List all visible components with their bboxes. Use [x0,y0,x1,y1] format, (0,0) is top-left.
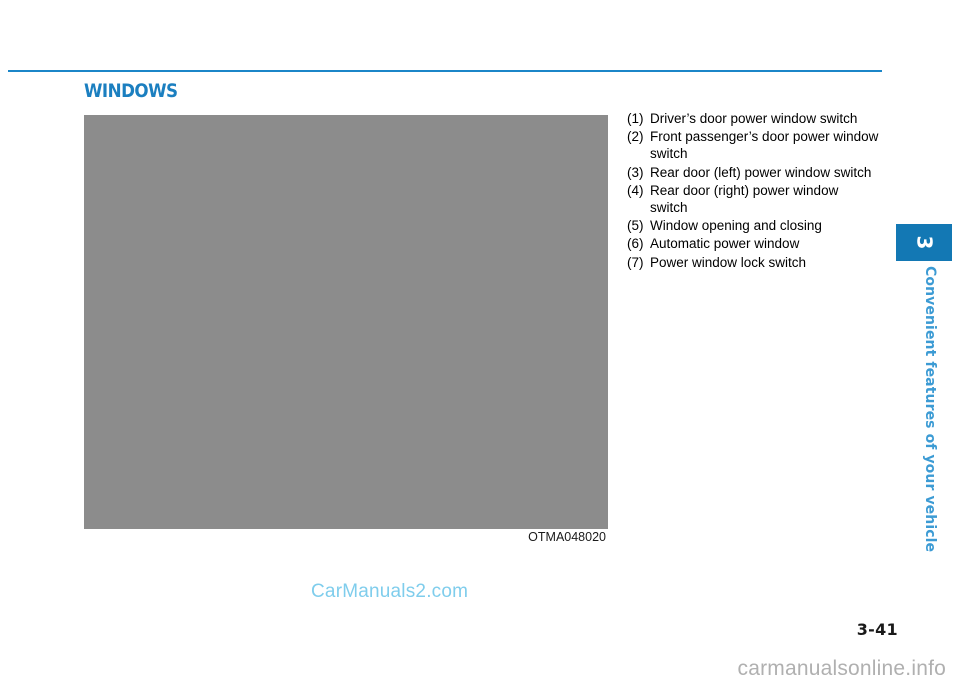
list-item: (7) Power window lock switch [627,254,879,271]
callout-label: Power window lock switch [650,254,807,270]
callout-label: Automatic power window [650,236,800,252]
list-item: (4) Rear door (right) power window switc… [627,182,879,216]
chapter-tab: 3 [896,224,952,261]
callout-number: (5) [627,218,644,234]
watermark-carmanuals2: CarManuals2.com [311,581,469,602]
watermark-carmanualsonline: carmanualsonline.info [737,657,946,680]
callout-number: (6) [627,236,644,252]
callout-number: (3) [627,164,644,180]
list-item: (5) Window opening and closing [627,217,879,234]
callout-label: Rear door (left) power window switch [650,164,872,180]
callout-label: Window opening and closing [650,218,822,234]
callout-number: (4) [627,182,644,198]
list-item: (3) Rear door (left) power window switch [627,164,879,181]
figure: OTMA048020 [84,115,608,546]
manual-page: WINDOWS OTMA048020 CarManuals2.com (1) D… [0,0,960,689]
figure-caption: OTMA048020 [522,529,608,546]
list-item: (2) Front passenger’s door power window … [627,128,879,162]
figure-image [84,115,608,529]
page-number: 3-41 [856,620,898,639]
chapter-tab-number: 3 [912,235,937,250]
callout-number: (7) [627,254,644,270]
callout-label: Driver’s door power window switch [650,111,858,126]
callout-number: (1) [627,111,644,126]
list-item: (1) Driver’s door power window switch [627,110,879,127]
page-title: WINDOWS [84,80,178,102]
header-rule [8,70,882,72]
chapter-title: Convenient features of your vehicle [896,266,952,552]
callout-label: Rear door (right) power window switch [650,182,839,216]
callout-list: (1) Driver’s door power window switch (2… [627,110,879,272]
chapter-title-text: Convenient features of your vehicle [922,266,938,553]
callout-label: Front passenger’s door power window swit… [650,129,879,162]
list-item: (6) Automatic power window [627,235,879,252]
callout-number: (2) [627,129,644,145]
